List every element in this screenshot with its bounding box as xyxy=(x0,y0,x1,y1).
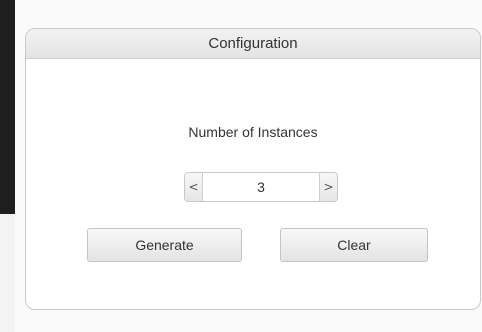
panel-title: Configuration xyxy=(26,29,480,59)
chevron-left-icon: < xyxy=(188,180,199,194)
app-screen: er n ec tl Configuration Number of Insta… xyxy=(0,0,482,332)
chevron-right-icon: > xyxy=(323,180,334,194)
instances-stepper[interactable]: < 3 > xyxy=(184,172,338,202)
instances-value[interactable]: 3 xyxy=(203,173,319,201)
instances-label: Number of Instances xyxy=(188,124,318,140)
decrement-button[interactable]: < xyxy=(185,173,203,201)
increment-button[interactable]: > xyxy=(319,173,337,201)
clear-button[interactable]: Clear xyxy=(280,228,428,262)
generate-button[interactable]: Generate xyxy=(87,228,242,262)
configuration-panel: Configuration Number of Instances < 3 > … xyxy=(25,28,481,310)
